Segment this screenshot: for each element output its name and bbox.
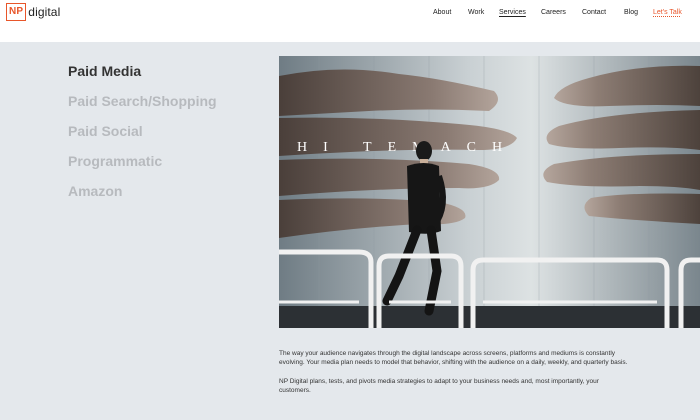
menu-item-programmatic[interactable]: Programmatic (68, 146, 217, 176)
billboard-text: HI TEMACH (297, 140, 518, 155)
main-nav: About Work Services Careers Contact Blog… (0, 8, 700, 18)
nav-about[interactable]: About (433, 8, 451, 18)
site-header: NP digital About Work Services Careers C… (0, 0, 700, 42)
menu-item-paid-media[interactable]: Paid Media (68, 56, 217, 86)
nav-blog[interactable]: Blog (624, 8, 638, 18)
nav-contact[interactable]: Contact (582, 8, 606, 18)
nav-careers[interactable]: Careers (541, 8, 566, 18)
services-submenu: Paid Media Paid Search/Shopping Paid Soc… (68, 56, 217, 206)
menu-item-paid-search-shopping[interactable]: Paid Search/Shopping (68, 86, 217, 116)
hero-image: HI TEMACH (279, 56, 700, 328)
description-paragraph-2: NP Digital plans, tests, and pivots medi… (279, 377, 599, 395)
menu-item-amazon[interactable]: Amazon (68, 176, 217, 206)
sidewalk (279, 306, 700, 328)
nav-services[interactable]: Services (499, 8, 526, 18)
lets-talk-link[interactable]: Let's Talk (653, 8, 682, 18)
service-description: The way your audience navigates through … (279, 349, 629, 405)
menu-item-paid-social[interactable]: Paid Social (68, 116, 217, 146)
billboard-photo: HI TEMACH (279, 56, 700, 328)
nav-work[interactable]: Work (468, 8, 484, 18)
description-paragraph-1: The way your audience navigates through … (279, 350, 628, 367)
